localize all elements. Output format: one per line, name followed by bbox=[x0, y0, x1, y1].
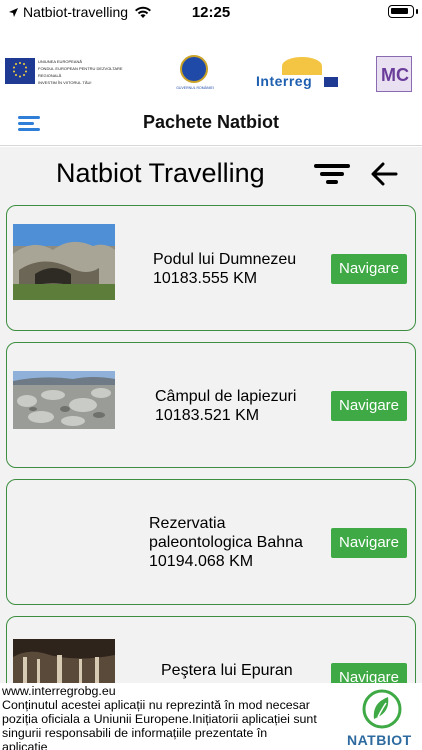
eu-logo-text: UNIUNEA EUROPEANĂ FONDUL EUROPEAN PENTRU… bbox=[38, 59, 123, 85]
footer-website-link[interactable]: www.interregrobg.eu bbox=[2, 684, 342, 698]
place-photo bbox=[13, 224, 115, 300]
list-item[interactable]: Rezervatia paleontologica Bahna 10194.06… bbox=[6, 479, 416, 605]
place-name-line2: paleontologica Bahna bbox=[149, 534, 303, 551]
list-item[interactable]: Câmpul de lapiezuri 10183.521 KM Navigar… bbox=[6, 342, 416, 468]
filter-icon[interactable] bbox=[314, 163, 350, 185]
content-area: Natbiot Travelling Podul lui Dumnezeu 10… bbox=[0, 147, 422, 683]
place-photo bbox=[13, 371, 115, 429]
navigare-button[interactable]: Navigare bbox=[331, 254, 407, 284]
sponsor-logos: UNIUNEA EUROPEANĂ FONDUL EUROPEAN PENTRU… bbox=[0, 50, 422, 98]
place-info: Podul lui Dumnezeu 10183.555 KM bbox=[153, 250, 296, 288]
gov-logo-text: GUVERNUL ROMÂNIEI bbox=[176, 86, 214, 90]
place-name: Câmpul de lapiezuri bbox=[155, 388, 297, 405]
natbiot-brand: NATBIOT bbox=[347, 732, 412, 748]
place-info: Peştera lui Epuran bbox=[161, 661, 293, 680]
back-arrow-icon[interactable] bbox=[370, 161, 398, 187]
place-photo bbox=[13, 639, 115, 683]
place-distance: 10194.068 KM bbox=[149, 553, 254, 570]
navigare-button[interactable]: Navigare bbox=[331, 528, 407, 558]
eu-flag-icon bbox=[5, 58, 35, 84]
page-title: Natbiot Travelling bbox=[56, 158, 265, 188]
mc-logo: MC bbox=[376, 56, 412, 92]
status-bar: Natbiot-travelling 12:25 bbox=[0, 0, 422, 24]
place-name: Podul lui Dumnezeu bbox=[153, 251, 297, 268]
place-name: Peştera lui Epuran bbox=[161, 662, 293, 679]
place-distance: 10183.555 KM bbox=[153, 270, 258, 287]
romanian-government-seal-icon bbox=[180, 55, 208, 83]
clock: 12:25 bbox=[191, 4, 231, 21]
place-info: Câmpul de lapiezuri 10183.521 KM bbox=[155, 387, 296, 425]
nav-title: Pachete Natbiot bbox=[142, 112, 280, 132]
navigare-button[interactable]: Navigare bbox=[331, 663, 407, 683]
interreg-eu-flag-icon bbox=[324, 77, 338, 87]
natbiot-leaf-icon bbox=[352, 689, 412, 729]
list-item[interactable]: Peştera lui Epuran Navigare bbox=[6, 616, 416, 683]
list-item[interactable]: Podul lui Dumnezeu 10183.555 KM Navigare bbox=[6, 205, 416, 331]
interreg-logo: Interreg bbox=[256, 55, 338, 93]
battery-icon bbox=[388, 5, 418, 18]
navigation-bar: Pachete Natbiot bbox=[0, 104, 422, 146]
page-header: Natbiot Travelling bbox=[0, 147, 422, 201]
footer-disclaimer: www.interregrobg.eu Conținutul acestei a… bbox=[2, 684, 342, 750]
footer: www.interregrobg.eu Conținutul acestei a… bbox=[0, 683, 422, 750]
place-distance: 10183.521 KM bbox=[155, 407, 260, 424]
place-name: Rezervatia bbox=[149, 515, 226, 532]
navigare-button[interactable]: Navigare bbox=[331, 391, 407, 421]
place-info: Rezervatia paleontologica Bahna 10194.06… bbox=[149, 514, 303, 571]
